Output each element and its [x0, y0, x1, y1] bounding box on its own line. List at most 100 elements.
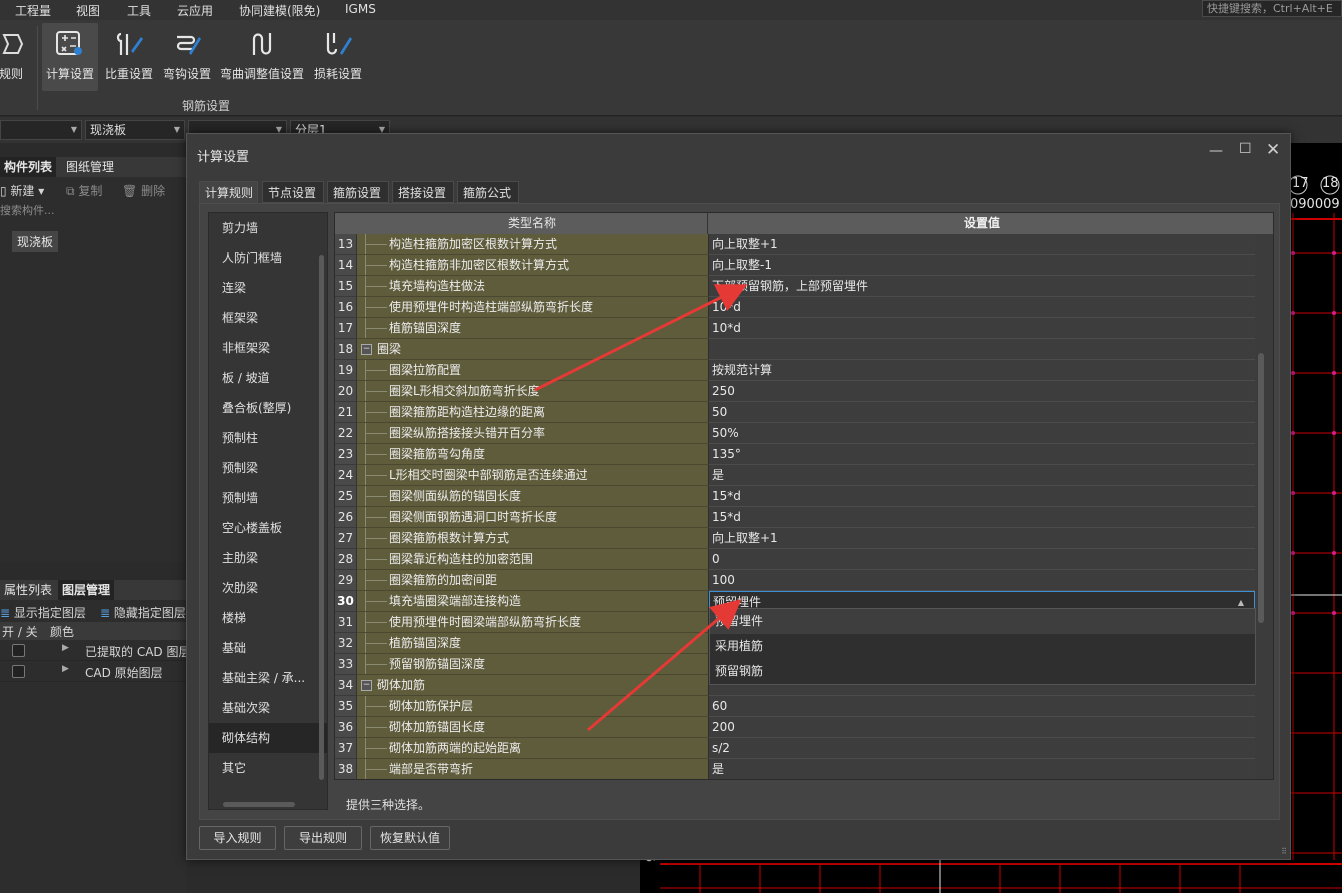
- table-row[interactable]: 35 砌体加筋保护层 60: [335, 696, 1255, 717]
- row-value-cell[interactable]: s/2: [709, 738, 1255, 759]
- category-item[interactable]: 其它: [209, 753, 327, 783]
- grid-scrollbar[interactable]: [1258, 233, 1264, 779]
- table-row[interactable]: 23 圈梁箍筋弯勾角度 135°: [335, 444, 1255, 465]
- table-row[interactable]: 36 砌体加筋锚固长度 200: [335, 717, 1255, 738]
- row-value-cell[interactable]: 250: [709, 381, 1255, 402]
- table-row[interactable]: 27 圈梁箍筋根数计算方式 向上取整+1: [335, 528, 1255, 549]
- category-item-masonry[interactable]: 砌体结构: [209, 723, 327, 753]
- cad-drawing-canvas[interactable]: 17 18 090009: [1290, 143, 1342, 893]
- calc-settings-button[interactable]: 计算设置: [42, 23, 98, 91]
- maximize-icon[interactable]: ☐: [1239, 141, 1252, 157]
- table-row[interactable]: 37 砌体加筋两端的起始距离 s/2: [335, 738, 1255, 759]
- menu-item-cloud[interactable]: 云应用: [177, 2, 213, 19]
- show-layer-button[interactable]: ≣ 显示指定图层: [0, 604, 86, 621]
- category-item[interactable]: 剪力墙: [209, 213, 327, 243]
- row-value-cell[interactable]: 15*d: [709, 507, 1255, 528]
- category-item[interactable]: 连梁: [209, 273, 327, 303]
- dropdown-option[interactable]: 预留钢筋: [710, 659, 1255, 684]
- dropdown-option[interactable]: 预留埋件: [710, 609, 1255, 634]
- restore-defaults-button[interactable]: 恢复默认值: [370, 826, 450, 850]
- menu-item-collab[interactable]: 协同建模(限免): [239, 2, 320, 19]
- row-value-cell[interactable]: 100: [709, 570, 1255, 591]
- row-value-cell[interactable]: [709, 339, 1255, 360]
- row-value-cell[interactable]: 向上取整+1: [709, 234, 1255, 255]
- bend-adjust-button[interactable]: 弯曲调整值设置: [218, 23, 306, 91]
- table-row[interactable]: 26 圈梁侧面钢筋遇洞口时弯折长度 15*d: [335, 507, 1255, 528]
- category-item[interactable]: 楼梯: [209, 603, 327, 633]
- tab-lap-settings[interactable]: 搭接设置: [392, 181, 454, 203]
- import-rules-button[interactable]: 导入规则: [199, 826, 276, 850]
- tab-properties[interactable]: 属性列表: [0, 580, 56, 600]
- tab-stirrup-settings[interactable]: 箍筋设置: [327, 181, 389, 203]
- minimize-icon[interactable]: —: [1209, 143, 1223, 159]
- category-item[interactable]: 预制柱: [209, 423, 327, 453]
- row-value-cell[interactable]: 0: [709, 549, 1255, 570]
- loss-settings-button[interactable]: 损耗设置: [311, 23, 365, 91]
- tab-stirrup-formula[interactable]: 箍筋公式: [457, 181, 519, 203]
- table-row[interactable]: 38 端部是否带弯折 是: [335, 759, 1255, 779]
- table-row[interactable]: 28 圈梁靠近构造柱的加密范围 0: [335, 549, 1255, 570]
- table-row[interactable]: 18− 圈梁: [335, 339, 1255, 360]
- menu-item-view[interactable]: 视图: [76, 2, 100, 19]
- shortcut-search-input[interactable]: 快捷键搜索，Ctrl+Alt+E: [1202, 0, 1342, 17]
- menu-item-tools[interactable]: 工具: [127, 2, 151, 19]
- category-item[interactable]: 预制墙: [209, 483, 327, 513]
- ribbon-rules-button[interactable]: 规则: [0, 23, 28, 91]
- table-row[interactable]: 19 圈梁拉筋配置 按规范计算: [335, 360, 1255, 381]
- tab-layer-management[interactable]: 图层管理: [58, 580, 115, 600]
- table-row[interactable]: 29 圈梁箍筋的加密间距 100: [335, 570, 1255, 591]
- row-value-cell[interactable]: 15*d: [709, 486, 1255, 507]
- row-value-cell[interactable]: 60: [709, 696, 1255, 717]
- hide-layer-button[interactable]: ≣ 隐藏指定图层: [100, 604, 186, 621]
- copy-button[interactable]: ⧉ 复制: [66, 182, 102, 199]
- collapse-icon[interactable]: −: [361, 344, 372, 355]
- row-value-cell[interactable]: 50: [709, 402, 1255, 423]
- row-value-cell[interactable]: 10*d: [709, 297, 1255, 318]
- hook-settings-button[interactable]: 弯钩设置: [160, 23, 214, 91]
- category-item[interactable]: 基础主梁 / 承...: [209, 663, 327, 693]
- table-row[interactable]: 20 圈梁L形相交斜加筋弯折长度 250: [335, 381, 1255, 402]
- component-item[interactable]: 现浇板: [12, 231, 59, 252]
- menu-item-quantity[interactable]: 工程量: [15, 2, 51, 19]
- table-row[interactable]: 14 构造柱箍筋非加密区根数计算方式 向上取整-1: [335, 255, 1255, 276]
- layer-visibility-checkbox[interactable]: [12, 665, 25, 678]
- ratio-settings-button[interactable]: 比重设置: [102, 23, 156, 91]
- table-row[interactable]: 24 L形相交时圈梁中部钢筋是否连续通过 是: [335, 465, 1255, 486]
- table-row[interactable]: 25 圈梁侧面纵筋的锚固长度 15*d: [335, 486, 1255, 507]
- table-row[interactable]: 22 圈梁纵筋搭接接头错开百分率 50%: [335, 423, 1255, 444]
- row-value-cell[interactable]: 是: [709, 465, 1255, 486]
- category-item[interactable]: 预制梁: [209, 453, 327, 483]
- table-row[interactable]: 21 圈梁箍筋距构造柱边缘的距离 50: [335, 402, 1255, 423]
- layer-row[interactable]: ▶ 已提取的 CAD 图层: [0, 640, 190, 661]
- category-item[interactable]: 非框架梁: [209, 333, 327, 363]
- row-value-cell[interactable]: 10*d: [709, 318, 1255, 339]
- row-value-cell[interactable]: 向上取整+1: [709, 528, 1255, 549]
- layer-row[interactable]: ▶ CAD 原始图层: [0, 661, 186, 682]
- row-value-cell[interactable]: 下部预留钢筋，上部预留埋件: [709, 276, 1255, 297]
- category-item[interactable]: 板 / 坡道: [209, 363, 327, 393]
- tab-component-list[interactable]: 构件列表: [0, 157, 57, 177]
- category-item[interactable]: 基础次梁: [209, 693, 327, 723]
- layer-visibility-checkbox[interactable]: [12, 644, 25, 657]
- dropdown-option[interactable]: 采用植筋: [710, 634, 1255, 659]
- row-value-cell[interactable]: 135°: [709, 444, 1255, 465]
- category-hscrollbar[interactable]: [223, 802, 295, 807]
- category-item[interactable]: 空心楼盖板: [209, 513, 327, 543]
- collapse-icon[interactable]: −: [361, 680, 372, 691]
- row-value-cell[interactable]: 200: [709, 717, 1255, 738]
- resize-grip-icon[interactable]: ⠿: [1281, 847, 1287, 856]
- category-scrollbar[interactable]: [319, 255, 324, 780]
- row-value-cell[interactable]: 50%: [709, 423, 1255, 444]
- close-icon[interactable]: ✕: [1266, 140, 1280, 160]
- floor-combo[interactable]: ▼: [0, 120, 82, 140]
- new-component-button[interactable]: ▯ 新建 ▾: [0, 182, 44, 199]
- category-item[interactable]: 框架梁: [209, 303, 327, 333]
- category-item[interactable]: 人防门框墙: [209, 243, 327, 273]
- menu-item-igms[interactable]: IGMS: [345, 2, 376, 16]
- component-search-input[interactable]: 搜索构件...: [0, 201, 186, 221]
- category-item[interactable]: 基础: [209, 633, 327, 663]
- component-type-combo[interactable]: 现浇板 ▼: [85, 120, 185, 140]
- table-row[interactable]: 17 植筋锚固深度 10*d: [335, 318, 1255, 339]
- export-rules-button[interactable]: 导出规则: [284, 826, 362, 850]
- grid-scrollbar-thumb[interactable]: [1258, 353, 1264, 623]
